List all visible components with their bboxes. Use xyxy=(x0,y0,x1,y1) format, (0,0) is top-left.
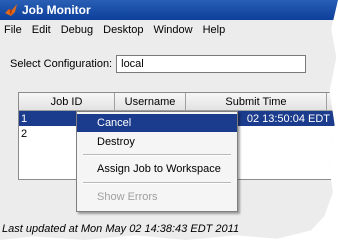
column-header-job-id[interactable]: Job ID xyxy=(19,93,115,110)
menu-file[interactable]: File xyxy=(0,24,28,36)
menu-desktop[interactable]: Desktop xyxy=(99,24,149,36)
menu-bar: File Edit Debug Desktop Window Help xyxy=(0,21,231,38)
menu-separator xyxy=(83,182,231,184)
matlab-logo-icon xyxy=(4,3,18,17)
job-monitor-window: Job Monitor File Edit Debug Desktop Wind… xyxy=(0,0,338,240)
menu-window[interactable]: Window xyxy=(149,24,198,36)
table-header: Job ID Username Submit Time xyxy=(19,93,338,111)
menu-separator xyxy=(83,154,231,156)
configuration-label: Select Configuration: xyxy=(10,58,113,70)
configuration-row: Select Configuration: local xyxy=(10,55,307,73)
title-bar: Job Monitor xyxy=(0,0,338,20)
job-context-menu: Cancel Destroy Assign Job to Workspace S… xyxy=(76,111,238,212)
column-header-submit-time[interactable]: Submit Time xyxy=(186,93,327,110)
menu-item-destroy[interactable]: Destroy xyxy=(77,133,237,151)
configuration-input[interactable]: local xyxy=(116,55,307,73)
window-title: Job Monitor xyxy=(22,3,91,17)
menu-item-cancel[interactable]: Cancel xyxy=(77,114,237,132)
menu-item-assign-job[interactable]: Assign Job to Workspace xyxy=(77,160,237,178)
status-text: Last updated at Mon May 02 14:38:43 EDT … xyxy=(2,223,240,235)
menu-edit[interactable]: Edit xyxy=(28,24,57,36)
menu-help[interactable]: Help xyxy=(199,24,232,36)
column-header-username[interactable]: Username xyxy=(115,93,186,110)
menu-item-show-errors: Show Errors xyxy=(97,191,158,203)
menu-debug[interactable]: Debug xyxy=(57,24,99,36)
